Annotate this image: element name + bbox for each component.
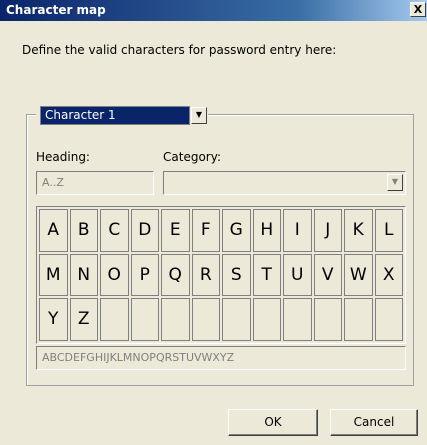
window-title: Character map <box>6 3 106 17</box>
category-label: Category: <box>163 150 221 164</box>
category-select[interactable]: ▼ <box>163 171 406 195</box>
character-cell[interactable]: R <box>191 253 220 297</box>
character-cell[interactable]: P <box>130 253 159 297</box>
character-cell[interactable] <box>130 298 159 341</box>
character-cell[interactable]: X <box>374 253 403 297</box>
chevron-down-icon[interactable]: ▼ <box>191 107 207 124</box>
character-cell[interactable]: D <box>130 209 159 252</box>
character-cell[interactable] <box>191 298 220 341</box>
character-cell[interactable]: M <box>39 253 68 297</box>
title-bar: Character map X <box>0 0 427 21</box>
character-cell[interactable]: U <box>283 253 312 297</box>
character-cell[interactable] <box>344 298 373 341</box>
character-select[interactable]: Character 1 ▼ <box>36 106 208 125</box>
chevron-down-icon[interactable]: ▼ <box>387 174 403 191</box>
character-cell[interactable]: J <box>313 209 342 252</box>
character-cell[interactable]: V <box>313 253 342 297</box>
character-cell[interactable] <box>313 298 342 341</box>
character-select-value[interactable]: Character 1 <box>40 106 190 125</box>
character-grid: ABCDEFGHIJKL MNOPQRSTUVWX YZ <box>36 206 406 344</box>
close-button[interactable]: X <box>410 2 426 17</box>
character-cell[interactable]: K <box>344 209 373 252</box>
character-cell[interactable] <box>222 298 251 341</box>
character-cell[interactable]: A <box>39 209 68 252</box>
cancel-button[interactable]: Cancel <box>330 409 418 436</box>
heading-field[interactable]: A..Z <box>36 171 154 195</box>
character-cell[interactable]: F <box>191 209 220 252</box>
instruction-text: Define the valid characters for password… <box>22 43 337 57</box>
character-cell[interactable] <box>100 298 129 341</box>
heading-label: Heading: <box>36 150 90 164</box>
character-cell[interactable]: N <box>69 253 98 297</box>
character-cell[interactable] <box>374 298 403 341</box>
character-cell[interactable]: B <box>69 209 98 252</box>
character-cell[interactable]: C <box>100 209 129 252</box>
character-cell[interactable] <box>252 298 281 341</box>
character-cell[interactable]: S <box>222 253 251 297</box>
character-cell[interactable]: Z <box>69 298 98 341</box>
character-preview-field: ABCDEFGHIJKLMNOPQRSTUVWXYZ <box>36 346 406 370</box>
character-cell[interactable]: Y <box>39 298 68 341</box>
ok-button[interactable]: OK <box>228 409 318 436</box>
character-cell[interactable]: T <box>252 253 281 297</box>
character-cell[interactable] <box>283 298 312 341</box>
character-cell[interactable]: Q <box>161 253 190 297</box>
character-cell[interactable]: O <box>100 253 129 297</box>
character-cell[interactable] <box>161 298 190 341</box>
character-cell[interactable]: E <box>161 209 190 252</box>
character-cell[interactable]: I <box>283 209 312 252</box>
character-cell[interactable]: L <box>374 209 403 252</box>
character-cell[interactable]: W <box>344 253 373 297</box>
character-cell[interactable]: G <box>222 209 251 252</box>
character-cell[interactable]: H <box>252 209 281 252</box>
